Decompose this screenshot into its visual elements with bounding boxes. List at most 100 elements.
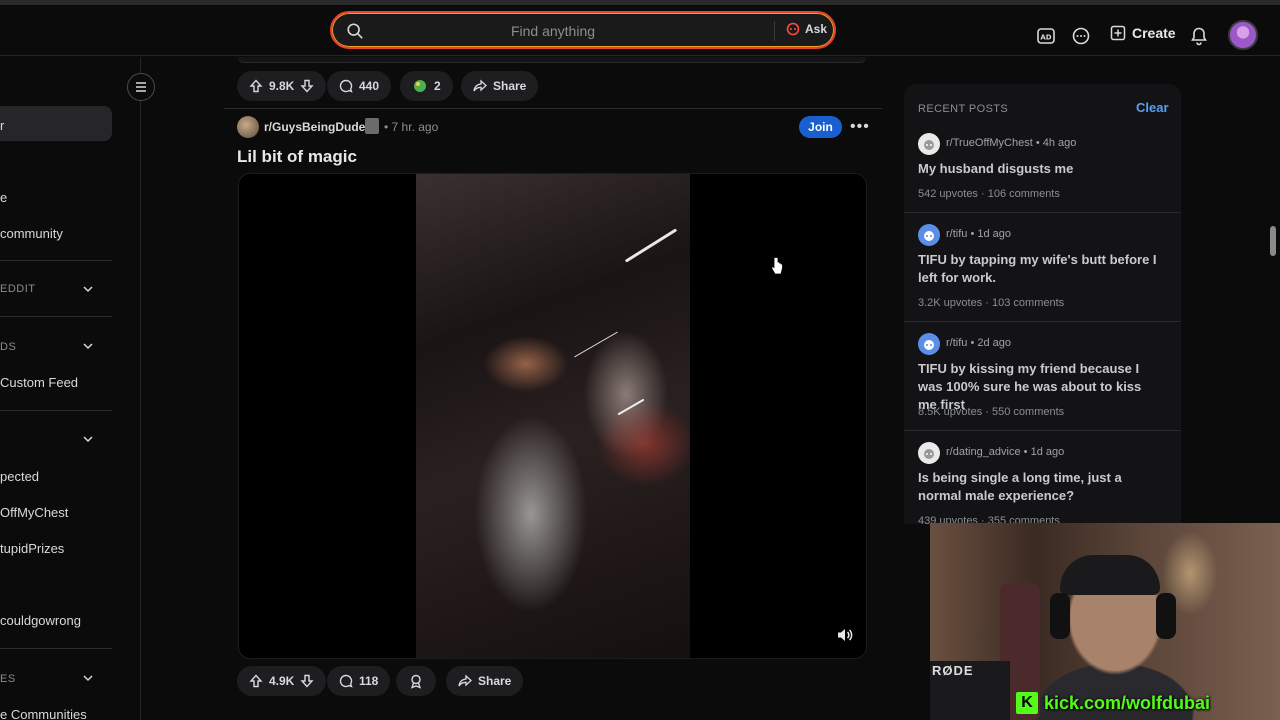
sidebar-item-custom-feed[interactable]: Custom Feed: [0, 375, 78, 390]
reddit-snoo-icon: [924, 231, 934, 241]
recent-post-title[interactable]: Is being single a long time, just a norm…: [918, 469, 1163, 505]
collapse-sidebar-button[interactable]: [127, 73, 155, 101]
kick-logo-icon: K: [1016, 692, 1038, 714]
post-title[interactable]: Lil bit of magic: [237, 147, 357, 167]
comment-count: 440: [359, 79, 380, 93]
notification-bell-icon[interactable]: [1189, 26, 1209, 46]
sidebar-item-e[interactable]: e: [0, 190, 7, 205]
light-streak: [617, 398, 645, 416]
top-bar: Find anything Ask AD Create: [0, 5, 1280, 56]
vote-count: 4.9K: [269, 674, 295, 688]
sidebar-item-active-label[interactable]: r: [0, 118, 4, 133]
recent-post-meta: r/dating_advice • 1d ago: [946, 446, 1064, 458]
mic-brand-label: RØDE: [932, 663, 974, 678]
search-input[interactable]: Find anything: [332, 23, 774, 39]
subreddit-avatar[interactable]: [237, 116, 259, 138]
award-button[interactable]: [396, 666, 436, 696]
share-button[interactable]: Share: [446, 666, 524, 696]
clear-recent-button[interactable]: Clear: [1136, 100, 1169, 115]
recent-post-comments: 103 comments: [992, 297, 1065, 309]
sidebar-item-active[interactable]: [0, 106, 112, 141]
sidebar-item-offmychest[interactable]: OffMyChest: [0, 505, 68, 520]
chevron-down-icon[interactable]: [82, 672, 94, 684]
chevron-down-icon[interactable]: [82, 340, 94, 352]
sidebar-item-communities[interactable]: e Communities: [0, 707, 87, 720]
sidebar-item-unexpected[interactable]: pected: [0, 469, 39, 484]
comments-button[interactable]: 118: [327, 666, 391, 696]
recent-post-time: • 2d ago: [970, 337, 1012, 349]
reddit-snoo-icon: [924, 140, 934, 150]
search-divider: [774, 21, 775, 41]
recent-post-stats: 542 upvotes · 106 comments: [918, 188, 1060, 200]
sidebar-section-feeds[interactable]: DS: [0, 341, 16, 353]
create-button[interactable]: Create: [1110, 25, 1176, 41]
kick-watermark: K kick.com/wolfdubai: [1016, 692, 1210, 714]
hamburger-icon: [136, 82, 146, 92]
chevron-down-icon[interactable]: [82, 283, 94, 295]
recent-post-title[interactable]: My husband disgusts me: [918, 160, 1163, 178]
share-label: Share: [493, 79, 527, 93]
chevron-down-icon[interactable]: [82, 433, 94, 445]
vote-count: 9.8K: [269, 79, 295, 93]
ask-button[interactable]: Ask: [786, 22, 827, 36]
sidebar-divider: [0, 260, 112, 261]
sidebar-item-couldgowrong[interactable]: couldgowrong: [0, 613, 81, 628]
sidebar-item-community[interactable]: community: [0, 226, 63, 241]
sidebar-item-stupidprizes[interactable]: tupidPrizes: [0, 541, 64, 556]
recent-post-subreddit[interactable]: r/tifu: [946, 337, 967, 349]
upvote-icon[interactable]: [249, 79, 263, 93]
sidebar-divider: [0, 648, 112, 649]
plus-icon: [1110, 25, 1126, 41]
sidebar-divider: [0, 410, 112, 411]
ask-icon: [786, 22, 800, 36]
award-button[interactable]: 2: [400, 71, 453, 101]
recent-post-comments: 106 comments: [987, 188, 1060, 200]
downvote-icon[interactable]: [300, 674, 314, 688]
headphones-left: [1050, 593, 1070, 639]
post-time: • 7 hr. ago: [384, 120, 439, 134]
ask-label: Ask: [805, 22, 828, 36]
share-icon: [473, 79, 487, 92]
recent-post-title[interactable]: TIFU by tapping my wife's butt before I …: [918, 251, 1163, 287]
comment-count: 118: [359, 674, 379, 688]
recent-divider: [904, 212, 1181, 213]
user-flair-icon: [365, 118, 379, 134]
recent-post-upvotes: 542 upvotes: [918, 188, 978, 200]
recent-post-subreddit[interactable]: r/TrueOffMyChest: [946, 137, 1033, 149]
vote-pill[interactable]: 9.8K: [237, 71, 327, 101]
vote-pill[interactable]: 4.9K: [237, 666, 327, 696]
mouse-cursor-icon: [771, 257, 783, 275]
comment-icon: [339, 674, 353, 688]
recent-divider: [904, 430, 1181, 431]
subreddit-avatar: [918, 224, 940, 246]
advertise-icon[interactable]: AD: [1036, 26, 1056, 46]
recent-post-time: • 4h ago: [1035, 137, 1077, 149]
join-button[interactable]: Join: [799, 116, 842, 138]
cap: [1060, 555, 1160, 595]
create-label: Create: [1132, 25, 1176, 41]
reddit-snoo-icon: [924, 340, 934, 350]
upvote-icon[interactable]: [249, 674, 263, 688]
chat-icon[interactable]: [1071, 26, 1091, 46]
user-avatar[interactable]: [1228, 20, 1258, 50]
post-video[interactable]: [238, 173, 867, 659]
share-button[interactable]: Share: [461, 71, 539, 101]
recent-post-subreddit[interactable]: r/dating_advice: [946, 446, 1021, 458]
volume-icon[interactable]: [836, 626, 854, 644]
recent-post-time: • 1d ago: [970, 228, 1012, 240]
sidebar-section-reddit[interactable]: EDDIT: [0, 283, 36, 295]
page-scrollbar[interactable]: [1270, 226, 1276, 256]
subreddit-name[interactable]: r/GuysBeingDudes: [264, 120, 372, 134]
streamer-webcam: RØDE: [930, 523, 1280, 720]
recent-post-upvotes: 3.2K upvotes: [918, 297, 983, 309]
downvote-icon[interactable]: [300, 79, 314, 93]
sidebar-section-resources[interactable]: ES: [0, 673, 16, 685]
search-bar[interactable]: Find anything Ask: [330, 11, 836, 49]
more-options-icon[interactable]: •••: [850, 118, 870, 136]
recent-post-meta: r/TrueOffMyChest • 4h ago: [946, 137, 1076, 149]
comments-button[interactable]: 440: [327, 71, 392, 101]
recent-post-stats: 3.2K upvotes · 103 comments: [918, 297, 1065, 309]
recent-posts-panel: RECENT POSTS Clear r/TrueOffMyChest • 4h…: [904, 84, 1181, 524]
recent-post-subreddit[interactable]: r/tifu: [946, 228, 967, 240]
previous-post-card: [238, 57, 866, 63]
